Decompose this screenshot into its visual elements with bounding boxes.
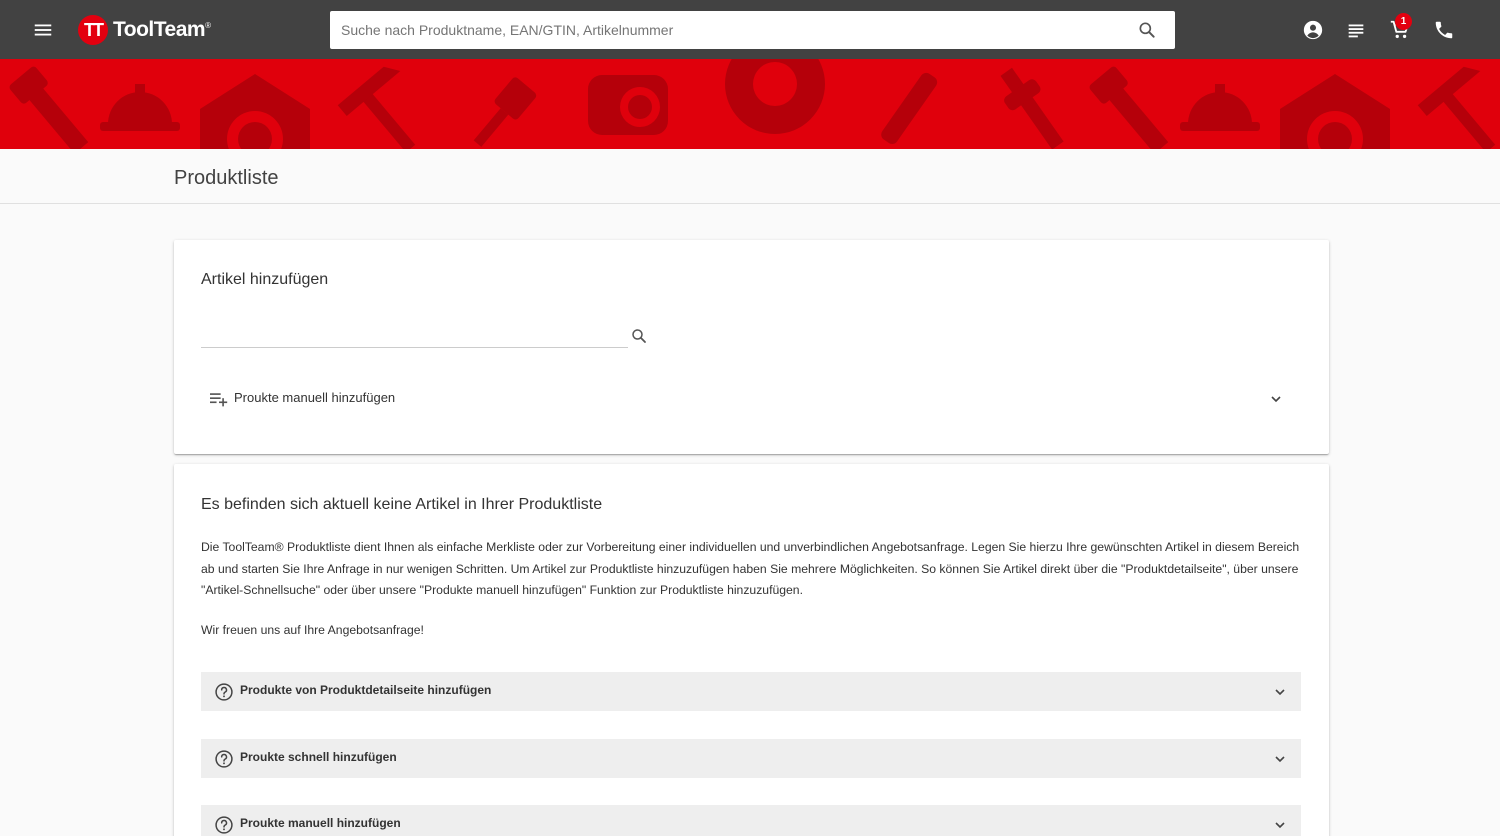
help-circle-icon xyxy=(215,816,233,834)
help-circle-icon xyxy=(215,683,233,701)
help-accordion-quick-add[interactable]: Proukte schnell hinzufügen xyxy=(201,739,1301,778)
global-search xyxy=(330,11,1175,49)
chevron-down-icon xyxy=(1271,396,1281,403)
page-title-bar: Produktliste xyxy=(0,149,1500,204)
search-icon[interactable] xyxy=(630,327,648,345)
tools-pattern-graphic xyxy=(9,59,1496,149)
info-description: Die ToolTeam® Produktliste dient Ihnen a… xyxy=(201,540,1300,597)
empty-list-heading: Es befinden sich aktuell keine Artikel i… xyxy=(201,496,603,513)
cart-count-badge: 1 xyxy=(1395,13,1412,30)
list-icon[interactable] xyxy=(1345,19,1367,41)
phone-icon[interactable] xyxy=(1433,19,1455,41)
add-item-search-input[interactable] xyxy=(201,322,628,348)
accordion-label: Proukte schnell hinzufügen xyxy=(240,750,397,764)
help-accordion-detail-page[interactable]: Produkte von Produktdetailseite hinzufüg… xyxy=(201,672,1301,711)
chevron-down-icon xyxy=(1275,822,1285,829)
toolteam-logo[interactable]: TT ToolTeam® xyxy=(78,14,211,46)
add-items-card: Artikel hinzufügen Proukte manuell hinzu… xyxy=(174,240,1329,454)
playlist-add-icon xyxy=(210,393,228,407)
page-title: Produktliste xyxy=(174,167,279,189)
empty-list-info-card: Es befinden sich aktuell keine Artikel i… xyxy=(174,464,1329,836)
accordion-label: Produkte von Produktdetailseite hinzufüg… xyxy=(240,683,492,697)
help-accordion-manual-add[interactable]: Proukte manuell hinzufügen xyxy=(201,805,1301,836)
search-icon[interactable] xyxy=(1137,20,1157,40)
chevron-down-icon xyxy=(1275,756,1285,763)
add-items-title: Artikel hinzufügen xyxy=(201,271,329,288)
menu-icon[interactable] xyxy=(32,19,54,41)
accordion-label: Proukte manuell hinzufügen xyxy=(240,816,401,830)
hero-banner xyxy=(0,59,1500,149)
chevron-down-icon xyxy=(1275,689,1285,696)
help-circle-icon xyxy=(215,750,233,768)
logo-text: ToolTeam® xyxy=(113,18,211,41)
top-app-bar: TT ToolTeam® 1 xyxy=(0,0,1500,59)
manual-add-expander[interactable]: Proukte manuell hinzufügen xyxy=(201,378,1302,418)
account-icon[interactable] xyxy=(1302,19,1324,41)
info-thanks: Wir freuen uns auf Ihre Angebotsanfrage! xyxy=(201,623,424,637)
logo-mark: TT xyxy=(78,15,108,45)
global-search-input[interactable] xyxy=(330,11,1120,49)
manual-add-label: Proukte manuell hinzufügen xyxy=(234,390,396,405)
